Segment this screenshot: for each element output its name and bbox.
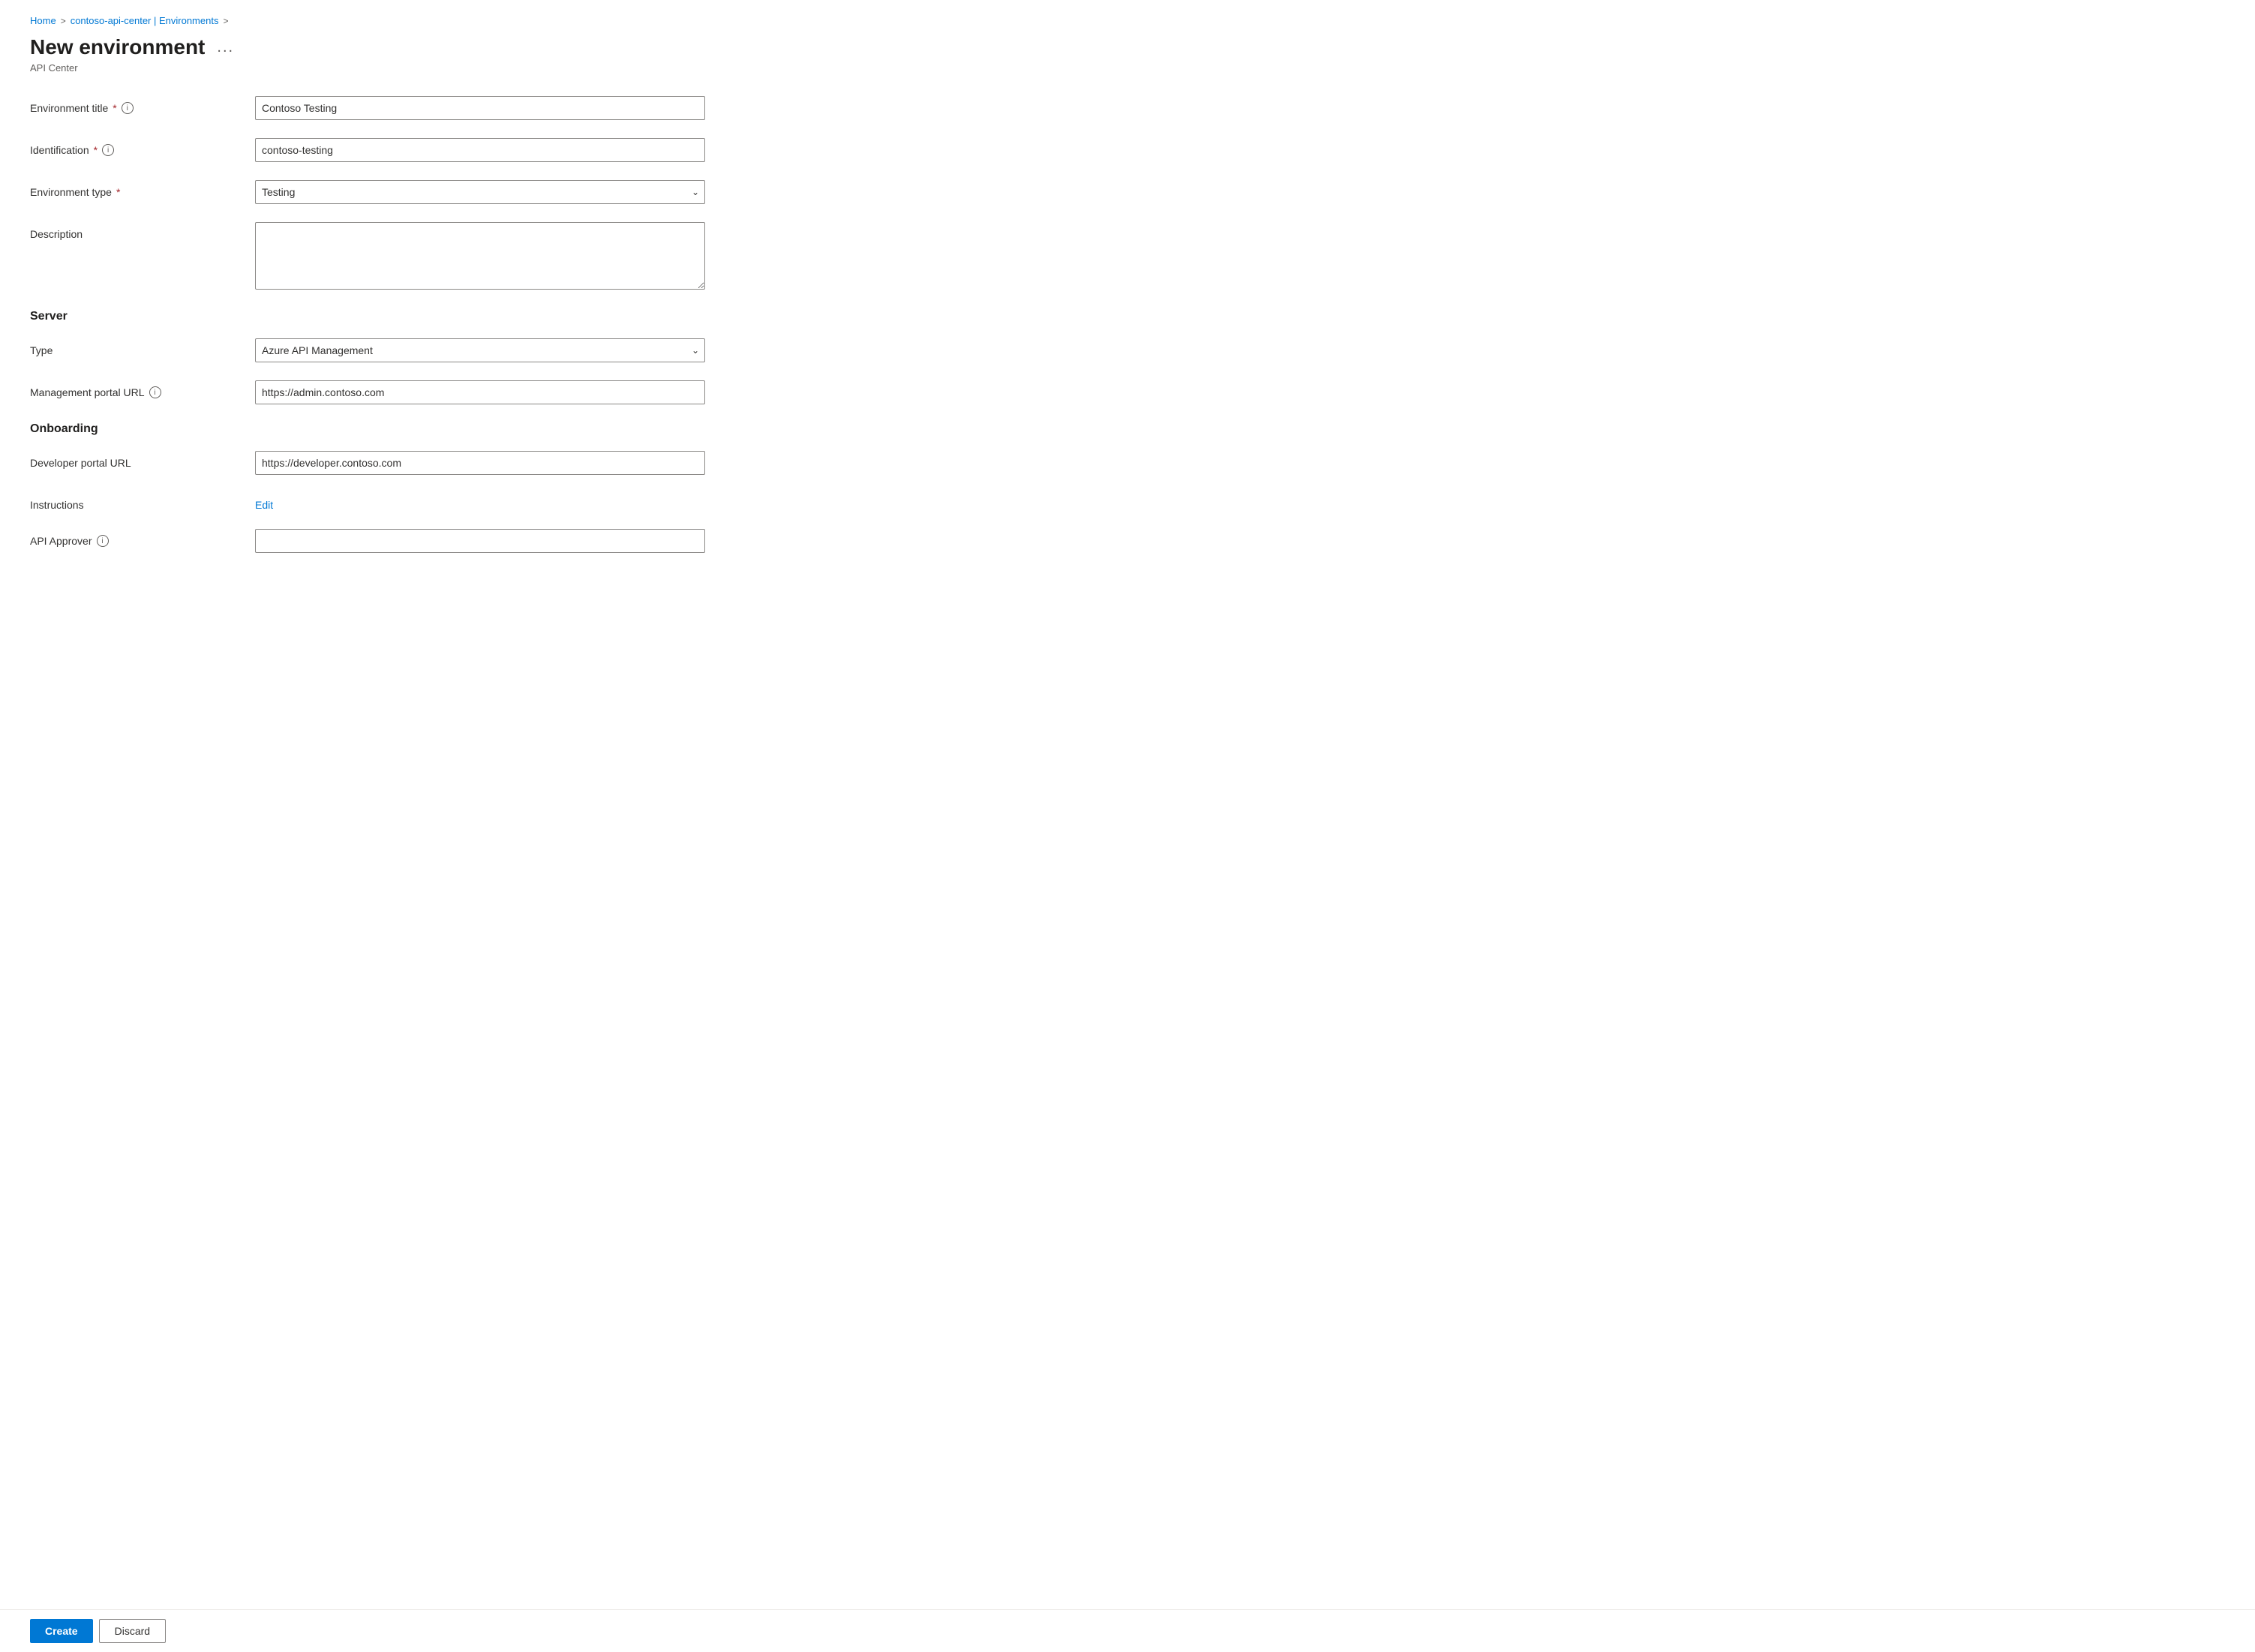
- more-options-button[interactable]: ...: [212, 36, 239, 59]
- api-approver-control-col: [255, 529, 705, 553]
- management-portal-url-control-col: [255, 380, 705, 404]
- page-header: New environment ...: [30, 35, 870, 59]
- page-subtitle: API Center: [30, 62, 870, 74]
- breadcrumb: Home > contoso-api-center | Environments…: [30, 15, 870, 26]
- identification-label-col: Identification * i: [30, 138, 240, 156]
- management-portal-url-row: Management portal URL i: [30, 380, 705, 404]
- instructions-label-col: Instructions: [30, 493, 240, 511]
- action-bar: Create Discard: [0, 1609, 2255, 1652]
- breadcrumb-sep-2: >: [223, 16, 228, 26]
- environment-type-select[interactable]: Testing Production Staging Development: [255, 180, 705, 204]
- management-portal-url-input[interactable]: [255, 380, 705, 404]
- environment-title-required: *: [113, 102, 116, 114]
- server-section: Server: [30, 310, 705, 323]
- identification-control-col: [255, 138, 705, 162]
- identification-info-icon[interactable]: i: [102, 144, 114, 156]
- instructions-label: Instructions: [30, 499, 84, 511]
- environment-title-label-col: Environment title * i: [30, 96, 240, 114]
- api-approver-row: API Approver i: [30, 529, 705, 553]
- environment-title-input[interactable]: [255, 96, 705, 120]
- environment-title-row: Environment title * i: [30, 96, 705, 120]
- breadcrumb-environments[interactable]: contoso-api-center | Environments: [71, 15, 219, 26]
- onboarding-section: Onboarding: [30, 422, 705, 436]
- server-type-row: Type Azure API Management AWS API Gatewa…: [30, 338, 705, 362]
- environment-title-info-icon[interactable]: i: [122, 102, 134, 114]
- identification-input[interactable]: [255, 138, 705, 162]
- environment-type-control-col: Testing Production Staging Development ⌄: [255, 180, 705, 204]
- developer-portal-url-label-col: Developer portal URL: [30, 451, 240, 469]
- description-label-col: Description: [30, 222, 240, 240]
- identification-label: Identification: [30, 144, 89, 156]
- description-control-col: [255, 222, 705, 292]
- server-type-label-col: Type: [30, 338, 240, 356]
- identification-row: Identification * i: [30, 138, 705, 162]
- api-approver-info-icon[interactable]: i: [97, 535, 109, 547]
- environment-type-row: Environment type * Testing Production St…: [30, 180, 705, 204]
- management-portal-url-label-col: Management portal URL i: [30, 380, 240, 398]
- developer-portal-url-label: Developer portal URL: [30, 457, 131, 469]
- api-approver-label: API Approver: [30, 535, 92, 547]
- breadcrumb-home[interactable]: Home: [30, 15, 56, 26]
- environment-title-label: Environment title: [30, 102, 108, 114]
- description-textarea[interactable]: [255, 222, 705, 290]
- server-type-select[interactable]: Azure API Management AWS API Gateway Cus…: [255, 338, 705, 362]
- environment-type-required: *: [116, 186, 120, 198]
- instructions-edit-link[interactable]: Edit: [255, 493, 273, 511]
- developer-portal-url-control-col: [255, 451, 705, 475]
- management-portal-url-label: Management portal URL: [30, 386, 145, 398]
- server-type-select-wrapper: Azure API Management AWS API Gateway Cus…: [255, 338, 705, 362]
- instructions-control-col: Edit: [255, 493, 705, 511]
- server-type-label: Type: [30, 344, 53, 356]
- onboarding-section-header: Onboarding: [30, 422, 705, 436]
- description-label: Description: [30, 228, 83, 240]
- developer-portal-url-input[interactable]: [255, 451, 705, 475]
- new-environment-form: Environment title * i Identification * i…: [30, 96, 705, 553]
- environment-title-control-col: [255, 96, 705, 120]
- server-type-control-col: Azure API Management AWS API Gateway Cus…: [255, 338, 705, 362]
- instructions-row: Instructions Edit: [30, 493, 705, 511]
- breadcrumb-sep-1: >: [61, 16, 66, 26]
- environment-type-select-wrapper: Testing Production Staging Development ⌄: [255, 180, 705, 204]
- page-title: New environment: [30, 35, 205, 59]
- identification-required: *: [94, 144, 98, 156]
- developer-portal-url-row: Developer portal URL: [30, 451, 705, 475]
- environment-type-label-col: Environment type *: [30, 180, 240, 198]
- api-approver-label-col: API Approver i: [30, 529, 240, 547]
- create-button[interactable]: Create: [30, 1619, 93, 1643]
- description-row: Description: [30, 222, 705, 292]
- discard-button[interactable]: Discard: [99, 1619, 166, 1643]
- server-section-header: Server: [30, 310, 705, 323]
- management-portal-url-info-icon[interactable]: i: [149, 386, 161, 398]
- environment-type-label: Environment type: [30, 186, 112, 198]
- api-approver-input[interactable]: [255, 529, 705, 553]
